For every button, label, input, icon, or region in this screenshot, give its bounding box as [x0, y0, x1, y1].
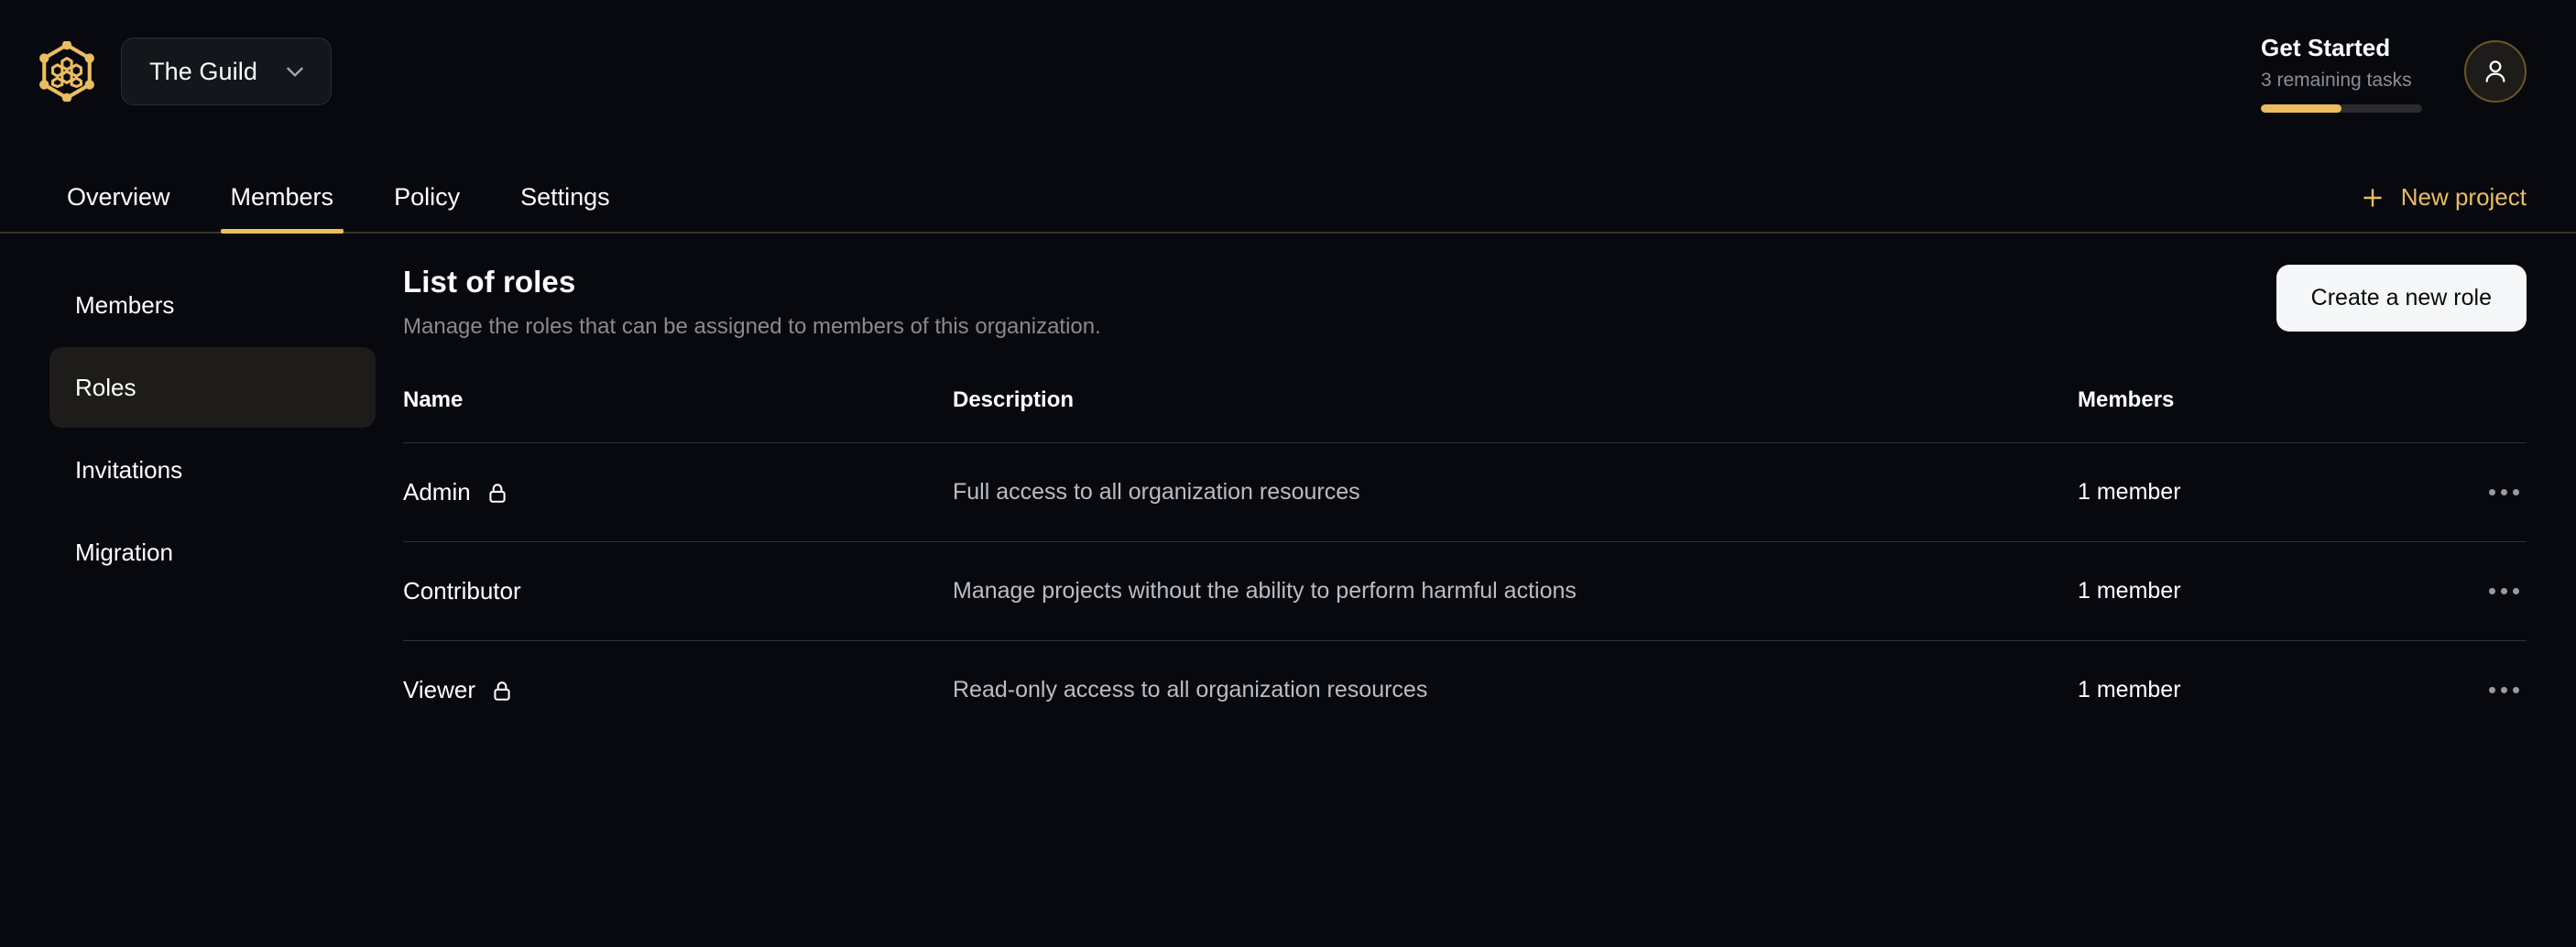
chevron-down-icon	[283, 60, 307, 83]
table-row[interactable]: Admin Full access to all organization re…	[403, 442, 2527, 542]
lock-icon	[486, 481, 509, 505]
nav-tab-members[interactable]: Members	[201, 183, 365, 234]
sidebar-item-label: Migration	[75, 538, 173, 566]
sidebar-item-members[interactable]: Members	[49, 265, 376, 345]
role-actions-cell	[2426, 442, 2527, 542]
create-new-role-button[interactable]: Create a new role	[2276, 265, 2527, 332]
get-started-subtitle: 3 remaining tasks	[2261, 69, 2412, 91]
nav-tab-label: Settings	[520, 183, 610, 211]
new-project-button[interactable]: New project	[2361, 183, 2527, 232]
role-name-text: Admin	[403, 478, 471, 506]
role-actions-cell	[2426, 641, 2527, 740]
column-header-members: Members	[2078, 387, 2426, 443]
sidebar-item-roles[interactable]: Roles	[49, 347, 376, 428]
page-heading-group: List of roles Manage the roles that can …	[403, 265, 1101, 340]
table-header-row: Name Description Members	[403, 387, 2527, 443]
roles-table: Name Description Members Admin Full acce…	[403, 387, 2527, 739]
role-name-text: Contributor	[403, 577, 521, 604]
sidebar-item-label: Roles	[75, 373, 136, 401]
role-name-cell: Viewer	[403, 641, 953, 740]
user-avatar-icon	[2481, 57, 2510, 86]
brand-group: The Guild	[37, 38, 332, 105]
role-name-text: Viewer	[403, 676, 476, 703]
table-row[interactable]: Contributor Manage projects without the …	[403, 541, 2527, 641]
sidebar-item-label: Members	[75, 290, 175, 319]
hexagon-honeycomb-logo-icon[interactable]	[37, 41, 97, 102]
column-header-name: Name	[403, 387, 953, 443]
more-horizontal-icon[interactable]	[2482, 577, 2527, 605]
lock-icon	[490, 679, 514, 702]
get-started-title: Get Started	[2261, 34, 2391, 62]
role-description-cell: Read-only access to all organization res…	[953, 677, 1428, 702]
topbar-right-group: Get Started 3 remaining tasks	[2261, 30, 2527, 113]
main-content: List of roles Manage the roles that can …	[403, 265, 2576, 739]
role-members-cell: 1 member	[2078, 677, 2181, 702]
role-name: Admin	[403, 478, 953, 506]
roles-table-head: Name Description Members	[403, 387, 2527, 443]
role-members-cell: 1 member	[2078, 442, 2426, 542]
nav-tab-label: Overview	[67, 183, 170, 211]
role-name: Contributor	[403, 577, 953, 605]
table-row[interactable]: Viewer Read-only access to all organizat…	[403, 641, 2527, 740]
role-name-cell: Contributor	[403, 541, 953, 641]
nav-tab-settings[interactable]: Settings	[490, 185, 640, 232]
nav-tab-list: Overview Members Policy Settings	[37, 183, 640, 234]
onboarding-progress-fill	[2261, 103, 2341, 113]
nav-tab-policy[interactable]: Policy	[364, 185, 490, 232]
avatar[interactable]	[2464, 39, 2527, 103]
roles-table-body: Admin Full access to all organization re…	[403, 442, 2527, 740]
sidebar-item-migration[interactable]: Migration	[49, 512, 376, 593]
role-actions-cell	[2426, 541, 2527, 641]
sidebar-item-label: Invitations	[75, 455, 183, 484]
org-switcher-label: The Guild	[149, 57, 257, 85]
plus-icon	[2361, 186, 2385, 210]
role-name-cell: Admin	[403, 442, 953, 542]
role-members-cell: 1 member	[2078, 541, 2426, 641]
page-title: List of roles	[403, 265, 576, 299]
column-header-description: Description	[953, 387, 2078, 443]
role-description-cell: Manage projects without the ability to p…	[953, 541, 2078, 641]
role-description-cell: Full access to all organization resource…	[953, 442, 2078, 542]
onboarding-progress-bar	[2261, 103, 2422, 113]
more-horizontal-icon[interactable]	[2482, 478, 2527, 506]
page-layout: Members Roles Invitations Migration List…	[0, 234, 2576, 739]
nav-tab-overview[interactable]: Overview	[37, 185, 201, 232]
org-switcher-button[interactable]: The Guild	[121, 38, 332, 105]
primary-nav: Overview Members Policy Settings New pro…	[0, 143, 2576, 234]
get-started-widget[interactable]: Get Started 3 remaining tasks	[2261, 30, 2422, 113]
role-name: Viewer	[403, 676, 953, 704]
new-project-label: New project	[2400, 183, 2527, 211]
more-horizontal-icon[interactable]	[2482, 676, 2527, 704]
nav-tab-label: Policy	[394, 183, 461, 211]
column-header-actions	[2426, 387, 2527, 443]
page-subtitle: Manage the roles that can be assigned to…	[403, 314, 1101, 339]
nav-tab-label: Members	[230, 183, 334, 211]
sidebar-item-invitations[interactable]: Invitations	[49, 430, 376, 510]
secondary-sidebar: Members Roles Invitations Migration	[0, 265, 403, 739]
top-bar: The Guild Get Started 3 remaining tasks	[0, 0, 2576, 143]
content-header: List of roles Manage the roles that can …	[403, 265, 2527, 387]
